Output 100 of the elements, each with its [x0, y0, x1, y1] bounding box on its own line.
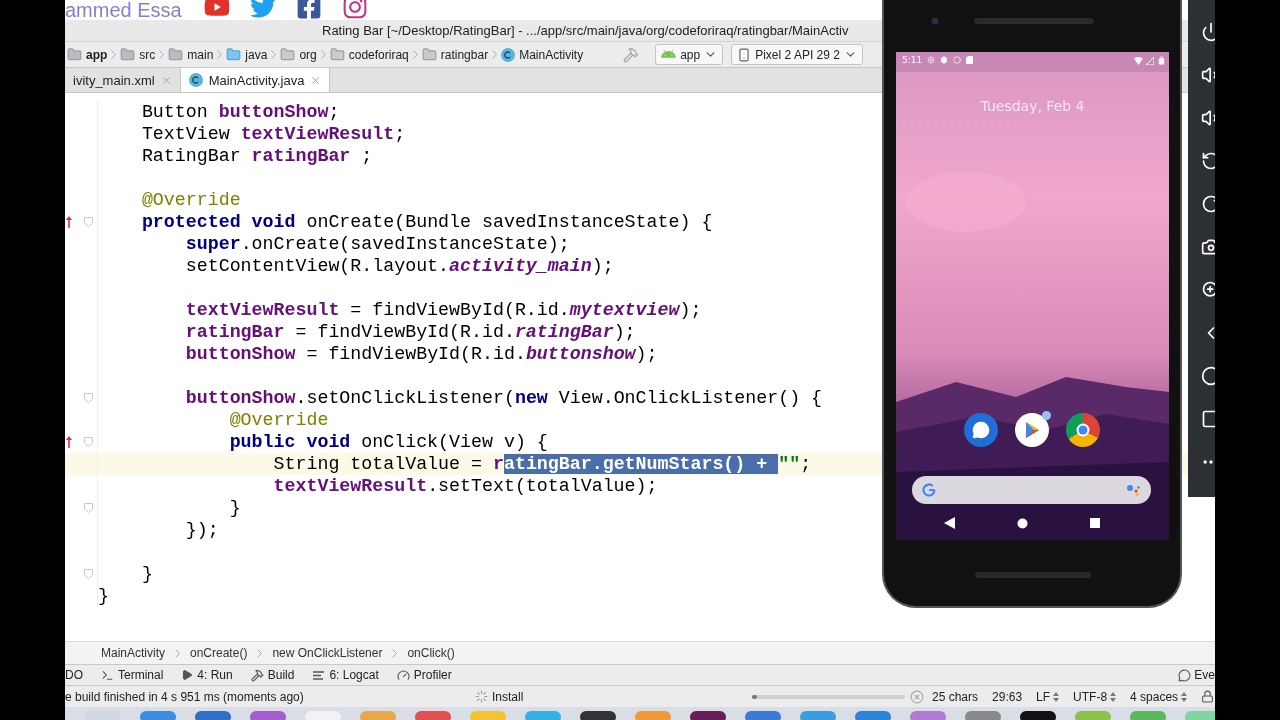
path-item[interactable]: org	[280, 47, 317, 62]
phone-icon	[737, 47, 752, 62]
path-item[interactable]: src	[120, 47, 156, 62]
code-line: buttonShow.setOnClickListener(new View.OnClickListener() {	[184, 387, 823, 409]
override-arrow-icon[interactable]	[66, 215, 72, 229]
breadcrumb-item[interactable]: new OnClickListener	[272, 646, 383, 660]
g-logo-icon	[922, 483, 936, 497]
lines-icon	[312, 669, 326, 681]
chevron-icon	[257, 648, 263, 658]
hammer-icon	[250, 668, 264, 682]
chevron-icon	[159, 50, 165, 59]
breadcrumb-item[interactable]: onClick()	[407, 646, 455, 660]
breadcrumb-item[interactable]: MainActivity	[101, 646, 165, 660]
path-item[interactable]: ratingbar	[421, 47, 489, 62]
spinner-icon	[475, 690, 488, 703]
clock-text: 5:11	[902, 55, 923, 65]
tool-window-button[interactable]: 4: Run	[181, 668, 233, 682]
path-item[interactable]: MainActivity	[501, 47, 584, 62]
rotate-icon[interactable]	[1201, 151, 1215, 171]
folder-icon	[226, 47, 242, 62]
terminal-icon	[101, 668, 114, 682]
code-line: @Override	[228, 409, 329, 431]
status-info: 25 chars	[932, 689, 979, 704]
code-line: super.onCreate(savedInstanceState);	[184, 233, 570, 255]
code-line: });	[184, 519, 219, 541]
path-item[interactable]: app	[67, 47, 108, 62]
run-config-dropdown[interactable]: app	[655, 44, 724, 65]
power-icon[interactable]	[1201, 22, 1215, 42]
volume-icon[interactable]	[1201, 108, 1215, 128]
home-icon[interactable]	[1201, 366, 1215, 386]
zoom-icon[interactable]	[1201, 280, 1215, 300]
path-item[interactable]: main	[168, 47, 214, 62]
lock-icon[interactable]	[1201, 690, 1215, 703]
package-icon	[329, 47, 345, 62]
path-item[interactable]: java	[226, 47, 268, 62]
circle-icon	[953, 56, 962, 64]
chevron-icon	[175, 648, 180, 658]
breadcrumb-item[interactable]: onCreate()	[190, 646, 248, 660]
tool-window-button[interactable]: Terminal	[101, 668, 164, 682]
chevron-icon	[320, 50, 326, 59]
chevron-icon	[111, 50, 117, 59]
rotate-icon[interactable]	[1201, 194, 1215, 214]
chevron-icon	[412, 50, 418, 59]
gear-icon	[927, 56, 936, 64]
play-triangle-icon	[1023, 421, 1041, 439]
code-line: @Override	[140, 189, 241, 211]
notification-dot	[1042, 411, 1051, 420]
class-icon	[188, 73, 203, 87]
code-line: textViewResult = findViewById(R.id.mytextview);	[184, 299, 702, 321]
package-icon	[421, 47, 437, 62]
chevron-icon	[217, 50, 223, 59]
letter-f-icon[interactable]	[295, 0, 323, 20]
code-line: public void onClick(View v) {	[228, 431, 548, 453]
close-icon[interactable]	[310, 74, 322, 86]
tool-window-button[interactable]: 6: Logcat	[312, 668, 379, 682]
search-field[interactable]	[912, 476, 1151, 504]
volume-icon[interactable]	[1201, 65, 1215, 85]
package-icon	[280, 47, 296, 62]
code-line: String totalValue = ratingBar.getNumStars() + "";	[272, 453, 812, 475]
status-selector[interactable]: LF	[1036, 689, 1060, 704]
code-line: buttonShow = findViewById(R.id.buttonshow);	[184, 343, 658, 365]
override-arrow-icon[interactable]	[66, 435, 72, 449]
tool-window-button[interactable]: Build	[250, 668, 295, 682]
class-icon	[501, 47, 516, 62]
channel-name: ammed Essa	[65, 0, 183, 20]
code-line: TextView textViewResult;	[140, 123, 406, 145]
folder-icon	[168, 47, 184, 62]
date-text: Tuesday, Feb 4	[980, 98, 1085, 114]
back-icon[interactable]	[944, 517, 955, 529]
code-line: ratingBar = findViewById(R.id.ratingBar);	[184, 321, 636, 343]
speaker-grille-icon	[974, 18, 1094, 24]
circle-icon	[1076, 423, 1090, 437]
camera-lens-icon	[931, 17, 939, 25]
event-log-button[interactable]: Eve	[1178, 668, 1215, 682]
chat-icon	[972, 421, 990, 439]
status-selector[interactable]: UTF-8	[1073, 689, 1117, 704]
chevron-icon	[271, 50, 277, 59]
tool-window-button[interactable]: DO	[65, 668, 83, 682]
folder-icon	[120, 47, 136, 62]
file-tab[interactable]: MainActivity.java	[180, 68, 331, 92]
code-line: setContentView(R.layout.activity_main);	[184, 255, 614, 277]
home-icon[interactable]	[1017, 517, 1028, 529]
tool-window-button[interactable]: Profiler	[396, 668, 452, 682]
status-selector[interactable]: 4 spaces	[1130, 689, 1188, 704]
device-dropdown[interactable]: Pixel 2 API 29 2	[731, 44, 863, 65]
code-line: protected void onCreate(Bundle savedInstanceState) {	[140, 211, 713, 233]
wifi-icon	[1134, 56, 1143, 65]
up-down-arrows-icon	[1110, 691, 1117, 702]
code-line: Button buttonShow;	[140, 101, 340, 123]
assistant-dots-icon[interactable]	[1127, 484, 1141, 496]
up-down-arrows-icon	[1181, 691, 1188, 702]
signal-icon	[1146, 56, 1154, 65]
path-item[interactable]: codeforiraq	[329, 47, 409, 62]
gauge-icon	[396, 668, 410, 682]
status-message: e build finished in 4 s 951 ms (moments ago)	[65, 689, 305, 704]
window-title: Rating Bar [~/Desktop/RatingBar] - .../app/src/main/java/org/codeforiraq/ratingbar/MainActiv	[322, 23, 849, 38]
code-line: }	[140, 563, 153, 585]
code-line: }	[228, 497, 241, 519]
camera-icon[interactable]	[1201, 237, 1215, 257]
bird-icon[interactable]	[249, 0, 277, 20]
